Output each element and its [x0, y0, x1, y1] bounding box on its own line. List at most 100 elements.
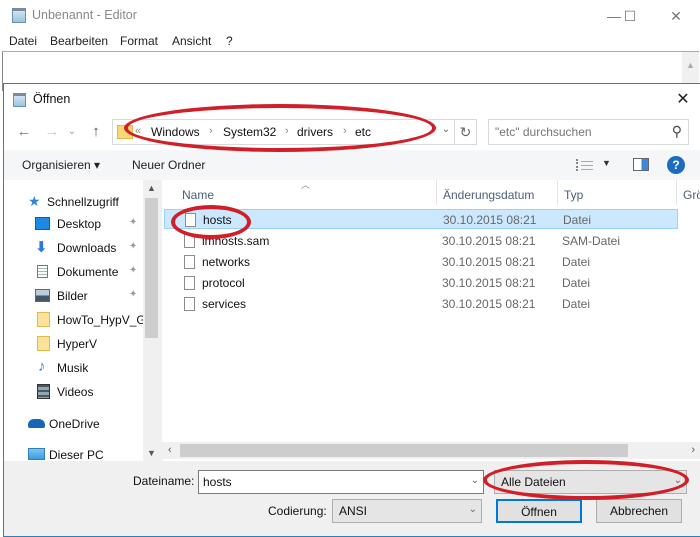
- breadcrumb-windows[interactable]: Windows: [151, 125, 200, 139]
- file-icon: [184, 297, 195, 311]
- view-details-icon[interactable]: [576, 159, 594, 171]
- view-dropdown-icon[interactable]: ▼: [602, 158, 611, 168]
- file-date: 30.10.2015 08:21: [442, 297, 536, 311]
- cancel-button[interactable]: Abbrechen: [596, 499, 682, 523]
- pin-icon[interactable]: ✦: [129, 217, 137, 228]
- dialog-close-button[interactable]: ✕: [671, 89, 695, 111]
- file-date: 30.10.2015 08:21: [442, 276, 536, 290]
- address-dropdown-chevron-icon[interactable]: ⌄: [438, 124, 454, 135]
- nav-item-label: HyperV: [57, 337, 98, 351]
- menu-datei[interactable]: Datei: [9, 34, 37, 48]
- navigation-pane: ★ Schnellzugriff Desktop ✦ ⬇ Downloads ✦…: [4, 180, 160, 462]
- menu-bearbeiten[interactable]: Bearbeiten: [50, 34, 108, 48]
- filename-label: Dateiname:: [133, 474, 195, 488]
- scroll-right-arrow-icon[interactable]: ›: [691, 444, 695, 456]
- scrollbar-thumb[interactable]: [180, 444, 628, 457]
- file-icon: [184, 234, 195, 248]
- column-header-type[interactable]: Typ: [564, 188, 583, 202]
- scroll-down-arrow-icon[interactable]: ▼: [143, 448, 160, 458]
- column-header-size[interactable]: Grö: [683, 188, 700, 202]
- file-list-horizontal-scrollbar[interactable]: ‹ ›: [162, 442, 700, 459]
- navigation-bar: ← → ⌄ ↑ « Windows › System32 › drivers ›…: [4, 114, 700, 150]
- search-input[interactable]: [495, 125, 665, 139]
- nav-item-label: Bilder: [57, 289, 88, 303]
- chevron-down-icon[interactable]: ⌄: [469, 504, 477, 515]
- nav-pane-scrollbar[interactable]: ▲ ▼: [143, 180, 160, 461]
- notepad-icon: [13, 93, 26, 107]
- search-icon[interactable]: ⚲: [672, 123, 682, 140]
- chevron-down-icon[interactable]: ⌄: [471, 475, 479, 486]
- file-name: protocol: [202, 276, 245, 290]
- pin-icon[interactable]: ✦: [129, 241, 137, 252]
- column-header-name[interactable]: Name: [182, 188, 214, 202]
- filename-combobox[interactable]: ⌄: [198, 470, 484, 494]
- breadcrumb-system32[interactable]: System32: [223, 125, 276, 139]
- breadcrumb-separator-icon[interactable]: ›: [209, 125, 213, 137]
- file-row[interactable]: lmhosts.sam 30.10.2015 08:21 SAM-Datei: [164, 231, 678, 251]
- nav-item-musik[interactable]: ♪ Musik: [4, 357, 144, 379]
- scrollbar-thumb[interactable]: [145, 198, 158, 338]
- nav-item-dieser-pc[interactable]: Dieser PC: [4, 444, 144, 466]
- file-row[interactable]: hosts 30.10.2015 08:21 Datei: [164, 209, 678, 229]
- column-divider[interactable]: [436, 180, 437, 205]
- documents-icon: [37, 265, 48, 278]
- up-arrow-icon[interactable]: ↑: [86, 122, 106, 142]
- file-type: Datei: [562, 255, 591, 269]
- new-folder-button[interactable]: Neuer Ordner: [132, 158, 205, 172]
- encoding-label: Codierung:: [268, 504, 327, 518]
- nav-item-howto-hypv[interactable]: HowTo_HypV_G: [4, 309, 144, 331]
- address-overflow-icon[interactable]: «: [135, 125, 141, 137]
- encoding-select[interactable]: ANSI ⌄: [332, 499, 482, 523]
- address-bar[interactable]: « Windows › System32 › drivers › etc ⌄: [112, 119, 455, 145]
- chevron-down-icon[interactable]: ⌄: [674, 475, 682, 486]
- nav-item-desktop[interactable]: Desktop ✦: [4, 213, 144, 235]
- open-button[interactable]: Öffnen: [496, 499, 582, 523]
- column-headers: ︿ Name Änderungsdatum Typ Grö: [162, 180, 700, 205]
- forward-arrow-icon[interactable]: →: [42, 122, 62, 142]
- refresh-button[interactable]: ↻: [455, 119, 477, 145]
- onedrive-icon: [28, 419, 45, 428]
- pc-icon: [28, 448, 45, 460]
- editor-close-button[interactable]: ✕: [658, 4, 694, 28]
- breadcrumb-drivers[interactable]: drivers: [297, 125, 333, 139]
- nav-item-dokumente[interactable]: Dokumente ✦: [4, 261, 144, 283]
- nav-item-onedrive[interactable]: OneDrive: [4, 413, 144, 435]
- file-name: lmhosts.sam: [202, 234, 270, 248]
- organize-button[interactable]: Organisieren ▾: [22, 158, 100, 172]
- recent-locations-chevron-icon[interactable]: ⌄: [66, 122, 78, 142]
- file-name: networks: [202, 255, 251, 269]
- videos-icon: [37, 384, 50, 399]
- file-row[interactable]: services 30.10.2015 08:21 Datei: [164, 294, 678, 314]
- file-row[interactable]: protocol 30.10.2015 08:21 Datei: [164, 273, 678, 293]
- nav-item-hyperv[interactable]: HyperV: [4, 333, 144, 355]
- file-date: 30.10.2015 08:21: [443, 213, 537, 227]
- menu-ansicht[interactable]: Ansicht: [172, 34, 211, 48]
- pin-icon[interactable]: ✦: [129, 265, 137, 276]
- nav-item-downloads[interactable]: ⬇ Downloads ✦: [4, 237, 144, 259]
- preview-pane-icon[interactable]: [633, 158, 649, 171]
- column-divider[interactable]: [676, 180, 677, 205]
- help-icon[interactable]: ?: [667, 156, 685, 174]
- column-divider[interactable]: [557, 180, 558, 205]
- filename-input[interactable]: [203, 475, 453, 489]
- scroll-up-arrow-icon[interactable]: ▲: [143, 183, 160, 193]
- nav-item-videos[interactable]: Videos: [4, 381, 144, 403]
- editor-scroll-up-arrow[interactable]: ▲: [682, 52, 699, 85]
- back-arrow-icon[interactable]: ←: [14, 122, 34, 142]
- file-row[interactable]: networks 30.10.2015 08:21 Datei: [164, 252, 678, 272]
- search-box[interactable]: ⚲: [488, 119, 689, 145]
- maximize-button[interactable]: ☐: [612, 4, 648, 28]
- breadcrumb-separator-icon[interactable]: ›: [343, 125, 347, 137]
- column-header-date[interactable]: Änderungsdatum: [443, 188, 534, 202]
- nav-item-bilder[interactable]: Bilder ✦: [4, 285, 144, 307]
- nav-item-label: Schnellzugriff: [47, 195, 119, 209]
- pin-icon[interactable]: ✦: [129, 289, 137, 300]
- nav-item-schnellzugriff[interactable]: ★ Schnellzugriff: [4, 191, 144, 213]
- menu-format[interactable]: Format: [120, 34, 158, 48]
- breadcrumb-separator-icon[interactable]: ›: [285, 125, 289, 137]
- filetype-select[interactable]: Alle Dateien ⌄: [494, 470, 687, 494]
- breadcrumb-etc[interactable]: etc: [355, 125, 371, 139]
- scroll-left-arrow-icon[interactable]: ‹: [168, 444, 172, 456]
- menu-help[interactable]: ?: [226, 34, 233, 48]
- dialog-titlebar: Öffnen ✕: [4, 84, 700, 114]
